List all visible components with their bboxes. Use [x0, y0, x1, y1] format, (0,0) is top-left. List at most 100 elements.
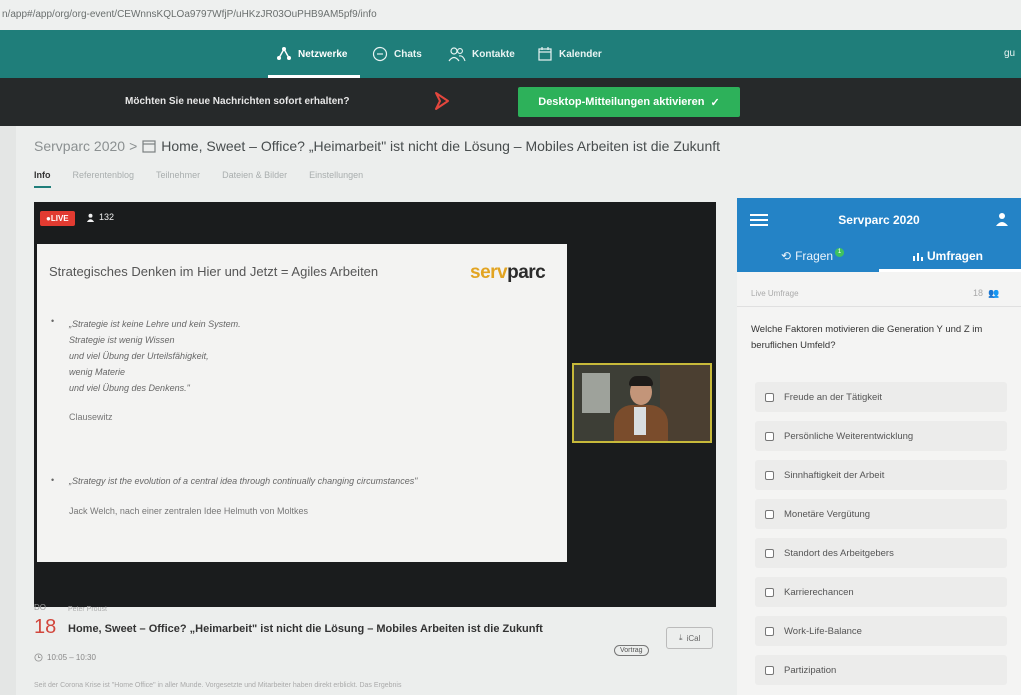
poll-option[interactable]: Work-Life-Balance [755, 616, 1007, 646]
tab-teilnehmer[interactable]: Teilnehmer [156, 170, 200, 188]
speaker-hair [629, 376, 653, 386]
tab-label: Umfragen [927, 249, 984, 263]
speaker-webcam [572, 363, 712, 443]
nav-item-netzwerke[interactable]: Netzwerke [276, 46, 347, 62]
tab-dateien-bilder[interactable]: Dateien & Bilder [222, 170, 287, 188]
left-sidebar-edge [0, 126, 16, 695]
live-poll-label: Live Umfrage [751, 289, 799, 298]
tab-einstellungen[interactable]: Einstellungen [309, 170, 363, 188]
session-title: Home, Sweet – Office? „Heimarbeit" ist n… [68, 623, 543, 635]
url-text[interactable]: n/app#/app/org/org-event/CEWnnsKQLOa9797… [2, 9, 377, 20]
button-label: Desktop-Mitteilungen aktivieren [538, 96, 705, 108]
poll-option-label: Work-Life-Balance [784, 625, 862, 637]
session-day: 18 [34, 616, 57, 638]
live-badge: ●LIVE [40, 211, 75, 226]
bullet-icon: • [51, 475, 55, 485]
speaker-shirt [634, 407, 646, 435]
session-time-value: 10:05 – 10:30 [47, 653, 96, 662]
viewer-count: 132 [86, 212, 114, 222]
tab-info[interactable]: Info [34, 170, 51, 188]
poll-option-label: Freude an der Tätigkeit [784, 391, 883, 403]
checkmark-icon: ✓ [710, 96, 720, 109]
nav-item-label: Chats [394, 48, 422, 60]
bar-chart-icon [913, 253, 923, 261]
pointer-arrow-icon [435, 92, 449, 110]
poll-option-label: Monetäre Vergütung [784, 508, 871, 520]
nav-item-kalender[interactable]: Kalender [537, 46, 602, 62]
poll-option[interactable]: Freude an der Tätigkeit [755, 382, 1007, 412]
session-info: DO Peter Proust 18 Home, Sweet – Office?… [34, 598, 724, 695]
poll-option-label: Sinnhaftigkeit der Arbeit [784, 469, 885, 481]
contacts-icon [448, 47, 466, 62]
checkbox[interactable] [765, 431, 774, 441]
session-weekday: DO [34, 603, 46, 612]
checkbox[interactable] [765, 626, 774, 636]
nav-item-kontakte[interactable]: Kontakte [448, 46, 515, 62]
poll-question: Welche Faktoren motivieren die Generatio… [751, 324, 983, 351]
panel-header: Servparc 2020 ⟲ Fragen 1 Umfragen [737, 198, 1021, 272]
poll-option[interactable]: Sinnhaftigkeit der Arbeit [755, 460, 1007, 490]
checkbox[interactable] [765, 509, 774, 519]
quote-2-author: Jack Welch, nach einer zentralen Idee He… [69, 506, 308, 516]
ical-download-button[interactable]: ⤓ iCal [666, 627, 714, 649]
viewer-count-value: 132 [99, 212, 115, 222]
download-icon: ⤓ [679, 633, 683, 642]
ical-label: iCal [686, 633, 701, 643]
quote-line: wenig Materie [69, 367, 126, 377]
user-icon[interactable] [995, 212, 1009, 226]
presentation-slide: Strategisches Denken im Hier und Jetzt =… [37, 244, 567, 562]
poll-option-label: Standort des Arbeitgebers [784, 547, 894, 559]
participant-count-value: 18 [973, 288, 984, 298]
notification-message: Möchten Sie neue Nachrichten sofort erha… [125, 96, 350, 107]
top-navigation: Netzwerke Chats Kontakte Kalender gu [0, 30, 1021, 78]
poll-option[interactable]: Persönliche Weiterentwicklung [755, 421, 1007, 451]
logo-part-parc: parc [507, 262, 546, 283]
nav-item-label: Kontakte [472, 48, 515, 60]
browser-address-bar[interactable]: n/app#/app/org/org-event/CEWnnsKQLOa9797… [0, 0, 1021, 30]
panel-title: Servparc 2020 [838, 213, 920, 227]
checkbox[interactable] [765, 587, 774, 597]
calendar-icon [142, 140, 156, 153]
slide-quote-2: „Strategy ist the evolution of a central… [69, 476, 418, 486]
session-speaker[interactable]: Peter Proust [68, 606, 107, 613]
qa-poll-panel: Servparc 2020 ⟲ Fragen 1 Umfragen Live U… [737, 198, 1021, 695]
poll-option[interactable]: Monetäre Vergütung [755, 499, 1007, 529]
active-tab-indicator [879, 269, 1021, 272]
session-time: 10:05 – 10:30 [34, 653, 96, 662]
checkbox[interactable] [765, 470, 774, 480]
breadcrumb-parent[interactable]: Servparc 2020 [34, 138, 125, 154]
tab-referentenblog[interactable]: Referentenblog [73, 170, 135, 188]
breadcrumb-separator: > [129, 138, 138, 154]
tab-fragen[interactable]: ⟲ Fragen 1 [781, 247, 845, 263]
nav-item-label: Netzwerke [298, 48, 348, 60]
notification-bar: Möchten Sie neue Nachrichten sofort erha… [0, 78, 1021, 126]
enable-desktop-notifications-button[interactable]: Desktop-Mitteilungen aktivieren ✓ [518, 87, 740, 117]
poll-option[interactable]: Karrierechancen [755, 577, 1007, 607]
nav-item-chats[interactable]: Chats [372, 46, 422, 62]
poll-option-label: Persönliche Weiterentwicklung [784, 430, 914, 442]
poll-option-label: Karrierechancen [784, 586, 854, 598]
poll-participant-count: 18 👥 [973, 288, 999, 299]
quote-author: Clausewitz [69, 412, 113, 422]
user-menu[interactable]: gu [1004, 48, 1015, 59]
poll-option[interactable]: Standort des Arbeitgebers [755, 538, 1007, 568]
network-icon [277, 47, 291, 60]
checkbox[interactable] [765, 665, 774, 675]
servparc-logo: servparc [470, 262, 546, 284]
people-icon: 👥 [988, 288, 1000, 298]
person-icon [86, 213, 95, 222]
fragen-count-badge: 1 [835, 247, 845, 257]
webcam-background-window [582, 373, 610, 413]
breadcrumb: Servparc 2020 > Home, Sweet – Office? „H… [34, 138, 720, 154]
tab-umfragen[interactable]: Umfragen [913, 249, 983, 263]
bullet-icon: • [51, 316, 55, 326]
checkbox[interactable] [765, 392, 774, 402]
nav-item-label: Kalender [559, 48, 602, 60]
session-description: Seit der Corona Krise ist "Home Office" … [34, 682, 402, 689]
question-icon: ⟲ [781, 249, 792, 263]
poll-option[interactable]: Partizipation [755, 655, 1007, 685]
poll-option-label: Partizipation [784, 664, 837, 676]
chat-icon [372, 46, 388, 62]
quote-line: „Strategie ist keine Lehre und kein Syst… [69, 319, 241, 329]
checkbox[interactable] [765, 548, 774, 558]
